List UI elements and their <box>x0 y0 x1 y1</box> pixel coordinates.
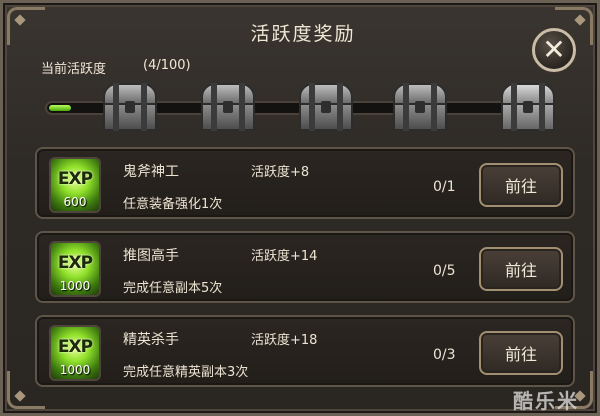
close-button[interactable]: ✕ <box>532 28 576 72</box>
exp-reward-icon: EXP 1000 <box>49 325 101 381</box>
go-button[interactable]: 前往 <box>479 247 563 291</box>
panel-title: 活跃度奖励 <box>250 23 356 45</box>
reward-chest-5[interactable] <box>499 83 557 133</box>
exp-reward-icon: EXP 1000 <box>49 241 101 297</box>
activity-reward-panel: 活跃度奖励 ✕ 当前活跃度 (4/100) EXP 600 鬼斧神工 活跃度+8… <box>0 0 600 416</box>
activity-progress-text: (4/100) <box>143 58 191 73</box>
task-row: EXP 1000 推图高手 活跃度+14 完成任意副本5次 0/5 前往 <box>35 231 575 303</box>
task-name: 推图高手 <box>123 248 179 264</box>
task-description: 完成任意精英副本3次 <box>123 365 249 380</box>
task-activity-reward: 活跃度+18 <box>251 333 318 348</box>
reward-chest-1[interactable] <box>101 83 159 133</box>
task-activity-reward: 活跃度+8 <box>251 165 310 180</box>
reward-chest-2[interactable] <box>199 83 257 133</box>
reward-chest-4[interactable] <box>391 83 449 133</box>
task-row: EXP 1000 精英杀手 活跃度+18 完成任意精英副本3次 0/3 前往 <box>35 315 575 387</box>
task-progress-count: 0/5 <box>433 263 456 279</box>
reward-chest-3[interactable] <box>297 83 355 133</box>
exp-amount: 1000 <box>59 363 91 377</box>
close-icon: ✕ <box>542 33 566 66</box>
task-progress-count: 0/3 <box>433 347 456 363</box>
task-progress-count: 0/1 <box>433 179 456 195</box>
task-name: 鬼斧神工 <box>123 164 179 180</box>
go-button[interactable]: 前往 <box>479 163 563 207</box>
exp-amount: 1000 <box>59 279 91 293</box>
task-description: 完成任意副本5次 <box>123 281 223 296</box>
task-activity-reward: 活跃度+14 <box>251 249 318 264</box>
watermark: 酷乐米 <box>513 389 579 413</box>
task-row: EXP 600 鬼斧神工 活跃度+8 任意装备强化1次 0/1 前往 <box>35 147 575 219</box>
activity-progress-fill <box>49 105 71 111</box>
task-name: 精英杀手 <box>123 332 179 348</box>
exp-amount: 600 <box>63 195 87 209</box>
exp-reward-icon: EXP 600 <box>49 157 101 213</box>
go-button[interactable]: 前往 <box>479 331 563 375</box>
activity-label: 当前活跃度 <box>41 62 107 77</box>
task-description: 任意装备强化1次 <box>123 197 223 212</box>
